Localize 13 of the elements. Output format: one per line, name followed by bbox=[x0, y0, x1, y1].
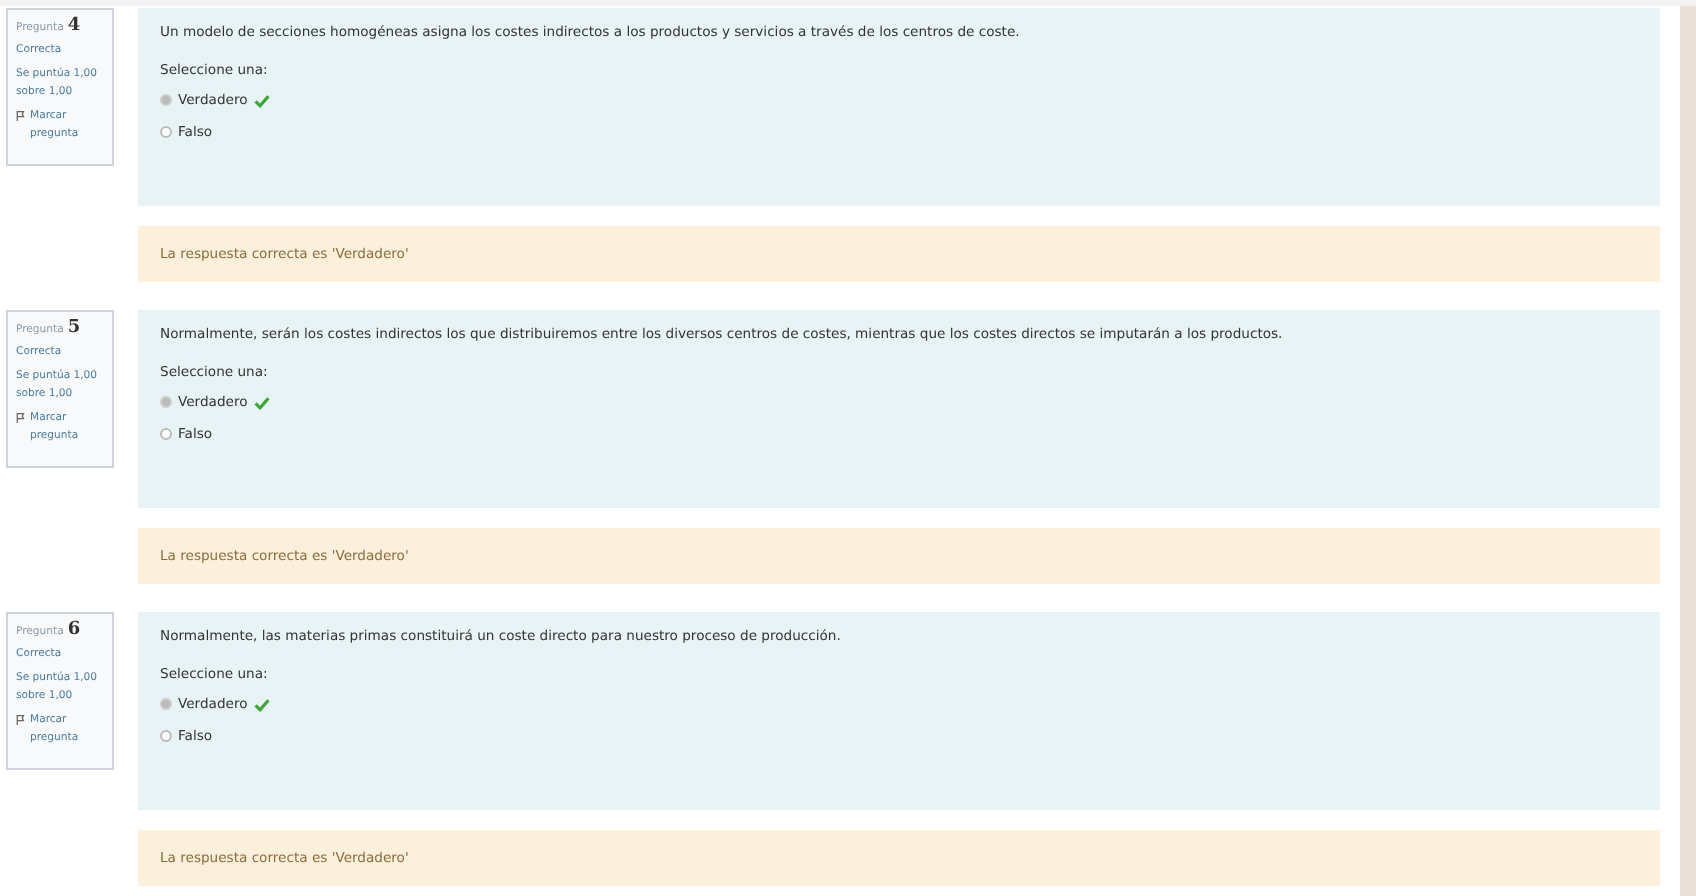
question-number: 6 bbox=[67, 620, 81, 640]
radio-button[interactable] bbox=[160, 698, 172, 710]
radio-button[interactable] bbox=[160, 126, 172, 138]
scrollbar-track[interactable] bbox=[1680, 6, 1696, 896]
question-number: 5 bbox=[67, 318, 81, 338]
flag-icon bbox=[16, 714, 26, 727]
question-number: 4 bbox=[67, 16, 81, 36]
flag-icon bbox=[16, 412, 26, 425]
radio-button[interactable] bbox=[160, 428, 172, 440]
radio-button[interactable] bbox=[160, 94, 172, 106]
radio-button[interactable] bbox=[160, 730, 172, 742]
radio-button[interactable] bbox=[160, 396, 172, 408]
flag-icon bbox=[16, 110, 26, 123]
